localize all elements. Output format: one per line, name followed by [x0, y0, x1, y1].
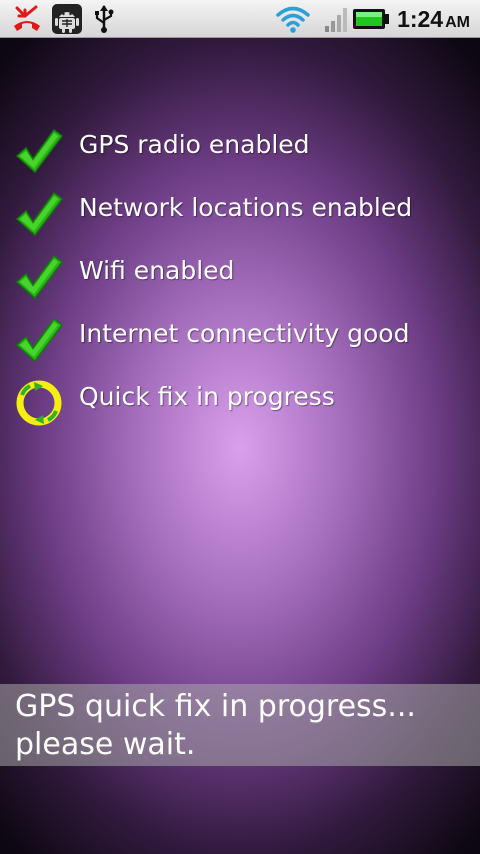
list-item-network-locations: Network locations enabled	[0, 189, 480, 252]
android-debug-icon	[52, 4, 82, 34]
sync-progress-icon	[16, 380, 62, 426]
list-item-gps-radio: GPS radio enabled	[0, 126, 480, 189]
list-item-internet-connectivity: Internet connectivity good	[0, 315, 480, 378]
check-icon	[15, 254, 64, 300]
banner-line-2: please wait.	[15, 727, 196, 762]
status-time: 1:24 AM	[397, 5, 470, 37]
list-item-label: Quick fix in progress	[79, 382, 335, 411]
main-content: GPS radio enabled Network locations enab…	[0, 38, 480, 854]
list-item-wifi: Wifi enabled	[0, 252, 480, 315]
status-message-banner: GPS quick fix in progress... please wait…	[0, 684, 480, 766]
status-bar[interactable]: 1:24 AM	[0, 0, 480, 38]
list-item-quick-fix: Quick fix in progress	[0, 378, 480, 441]
wifi-icon	[276, 6, 310, 33]
time-ampm: AM	[445, 14, 470, 31]
missed-call-icon	[14, 5, 40, 31]
list-item-label: Wifi enabled	[79, 256, 235, 285]
check-icon	[15, 128, 64, 174]
check-icon	[15, 317, 64, 363]
time-value: 1:24	[397, 6, 444, 32]
banner-line-1: GPS quick fix in progress...	[15, 689, 416, 724]
list-item-label: Network locations enabled	[79, 193, 413, 222]
usb-icon	[95, 5, 114, 33]
gps-status-checklist: GPS radio enabled Network locations enab…	[0, 126, 480, 441]
signal-icon	[325, 8, 347, 32]
list-item-label: Internet connectivity good	[79, 319, 410, 348]
screen: 1:24 AM GPS radio enabled Network locatio…	[0, 0, 480, 854]
battery-icon	[353, 9, 389, 29]
check-icon	[15, 191, 64, 237]
list-item-label: GPS radio enabled	[79, 130, 310, 159]
